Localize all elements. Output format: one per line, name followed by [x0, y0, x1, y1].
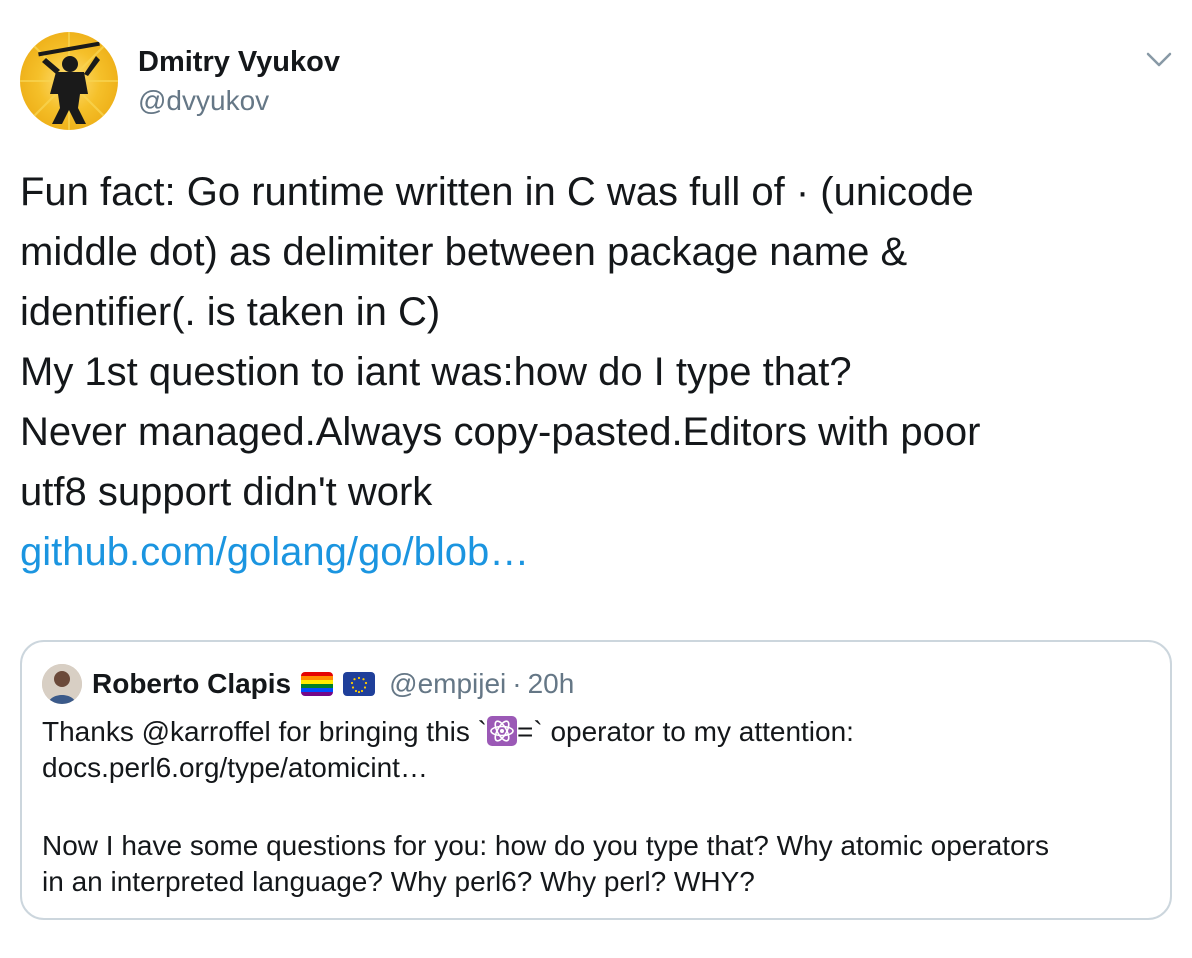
quoted-line1-end: =` operator to my attention:: [516, 716, 854, 747]
quoted-line: Now I have some questions for you: how d…: [42, 830, 1049, 861]
tweet-line: utf8 support didn't work: [20, 470, 433, 514]
quoted-timestamp[interactable]: 20h: [528, 668, 575, 700]
tweet: Dmitry Vyukov @dvyukov Fun fact: Go runt…: [0, 0, 1192, 958]
quoted-tweet[interactable]: Roberto Clapis @empijei · 20h Thanks @ka…: [20, 640, 1172, 920]
quoted-text: Thanks @karroffel for bringing this ` =` …: [42, 714, 1152, 900]
quoted-line: in an interpreted language? Why perl6? W…: [42, 866, 755, 897]
author-name[interactable]: Dmitry Vyukov: [138, 44, 340, 80]
quoted-link[interactable]: docs.perl6.org/type/atomicint…: [42, 750, 1152, 786]
author-avatar[interactable]: [20, 32, 118, 130]
quoted-author-handle[interactable]: @empijei: [389, 668, 506, 700]
tweet-line: Fun fact: Go runtime written in C was fu…: [20, 170, 974, 214]
tweet-text: Fun fact: Go runtime written in C was fu…: [20, 162, 1170, 582]
rainbow-flag-icon: [301, 672, 334, 696]
author-handle[interactable]: @dvyukov: [138, 84, 269, 118]
ninja-silhouette-avatar-icon: [20, 32, 118, 130]
quoted-line: Thanks @karroffel for bringing this ` =` …: [42, 714, 1152, 750]
quoted-header: Roberto Clapis @empijei · 20h: [92, 664, 574, 704]
tweet-line: middle dot) as delimiter between package…: [20, 230, 908, 274]
quoted-author-name[interactable]: Roberto Clapis: [92, 668, 291, 700]
tweet-line: identifier(. is taken in C): [20, 290, 441, 334]
tweet-line: My 1st question to iant was:how do I typ…: [20, 350, 852, 394]
quoted-author-avatar[interactable]: [42, 664, 82, 704]
atom-symbol-icon: [486, 716, 517, 746]
chevron-down-icon[interactable]: [1144, 46, 1174, 72]
separator-dot: ·: [512, 668, 522, 699]
tweet-link[interactable]: github.com/golang/go/blob…: [20, 530, 529, 574]
quoted-line1-start: Thanks @karroffel for bringing this `: [42, 716, 487, 747]
eu-flag-icon: [343, 672, 376, 696]
tweet-line: Never managed.Always copy-pasted.Editors…: [20, 410, 981, 454]
